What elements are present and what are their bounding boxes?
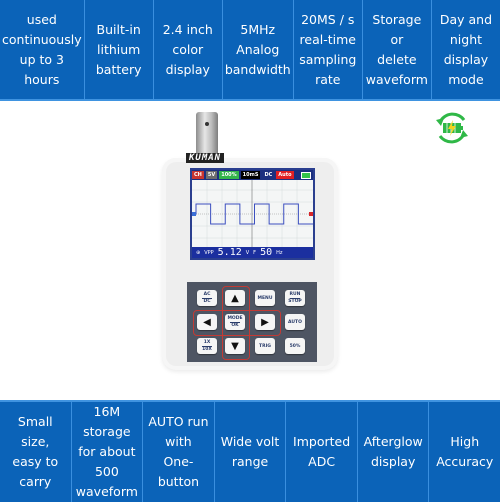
feature-sampling-rate: 20MS / s real-time sampling rate [294,0,363,99]
trigger-mode: Auto [276,171,294,179]
feature-16m-storage: 16M storage for about 500 waveform [72,402,144,502]
fifty-percent-button[interactable]: 50% [285,338,305,354]
volts-div: 5V [205,171,218,179]
left-button[interactable]: ◀ [197,314,217,330]
arrow-right-icon: ▶ [261,316,269,328]
mode-ok-button[interactable]: MODE OK [225,314,245,330]
position-indicator: 100% [219,171,239,179]
recharge-battery-icon [436,112,468,144]
up-button[interactable]: ▲ [225,290,245,306]
down-button[interactable]: ▼ [225,338,245,354]
channel-indicator: CH [192,171,204,179]
settings-icon: ⊕ [196,249,201,256]
trig-button[interactable]: TRIG [255,338,275,354]
feature-afterglow: Afterglow display [358,402,430,502]
feature-storage: Storage or delete waveform [363,0,432,99]
feature-day-night: Day and night display mode [439,11,493,87]
connector-hole [205,122,209,126]
freq-unit: Hz [276,249,283,256]
feature-small-size: Small size, easy to carry [0,402,72,502]
screen-status-bar: CH 5V 100% 10mS DC Auto [192,170,313,180]
feature-high-accuracy: High Accuracy [436,434,494,469]
feature-bandwidth: 5MHz Analog bandwidth [223,0,294,99]
feature-battery-life: used continuously up to 3 hours [0,0,85,99]
run-stop-button[interactable]: RUN STOP [285,290,305,306]
oscilloscope-screen: CH 5V 100% 10mS DC Auto ⊕ VPP 5.12 V F 5… [190,168,315,260]
coupling-indicator: DC [264,172,273,178]
feature-imported-adc: Imported ADC [286,402,358,502]
arrow-down-icon: ▼ [231,340,239,352]
menu-button[interactable]: MENU [255,290,275,306]
vpp-value: 5.12 [217,246,242,258]
battery-icon [301,171,311,179]
probe-1x-10x-button[interactable]: 1X 10X [197,338,217,354]
arrow-left-icon: ◀ [203,316,211,328]
freq-label: F [253,249,257,256]
ground-marker [192,212,196,216]
waveform-plot [192,180,313,250]
feature-lithium-battery: Built-in lithium battery [85,0,154,99]
bottom-feature-bar: Small size, easy to carry 16M storage fo… [0,400,500,502]
feature-auto-run: AUTO run with One-button [143,402,215,502]
feature-color-display: 2.4 inch color display [154,0,223,99]
ac-dc-button[interactable]: AC DC [197,290,217,306]
vpp-unit: V [245,249,250,256]
freq-value: 50 [260,246,273,258]
right-button[interactable]: ▶ [255,314,275,330]
keypad: AC DC ▲ MENU RUN STOP ◀ MODE OK ▶ AUTO 1X 10… [187,282,317,362]
vpp-label: VPP [204,249,214,256]
feature-wide-volt: Wide volt range [215,402,287,502]
top-feature-bar: used continuously up to 3 hours Built-in… [0,0,500,101]
brand-logo: KUMAN [186,153,225,163]
time-div: 10mS [240,171,261,179]
arrow-up-icon: ▲ [231,292,239,304]
auto-button[interactable]: AUTO [285,314,305,330]
screen-readout-bar: ⊕ VPP 5.12 V F 50 Hz [192,247,313,258]
bnc-connector [196,112,218,158]
trigger-marker [309,212,313,216]
